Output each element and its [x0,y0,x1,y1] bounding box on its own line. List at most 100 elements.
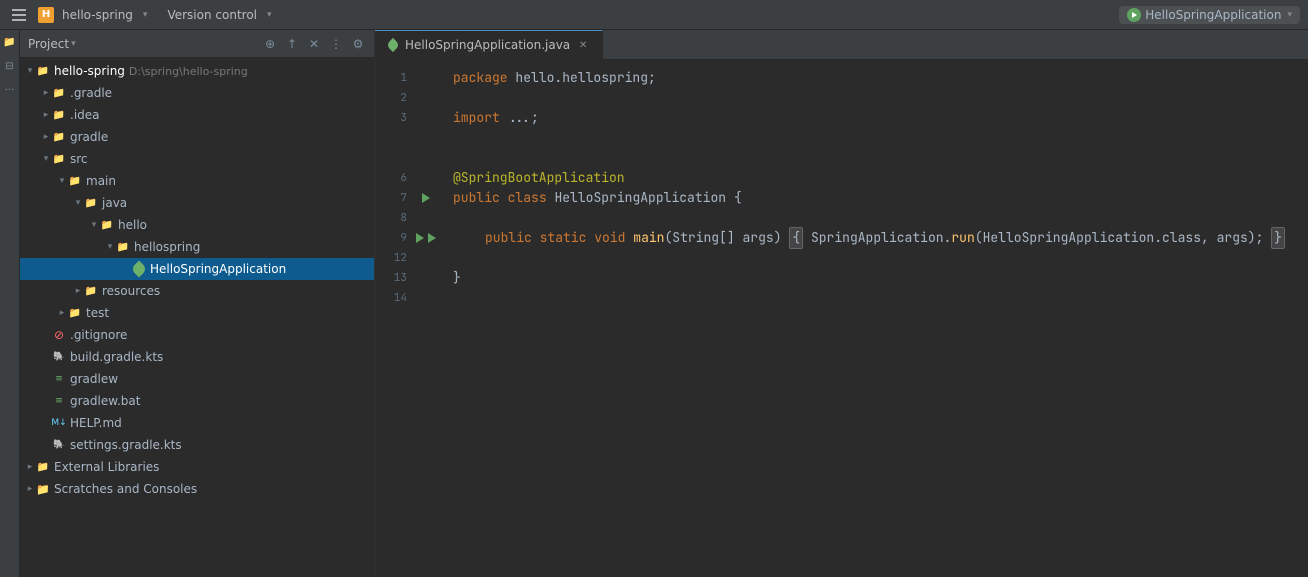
tree-item-java-folder[interactable]: 📁 java [20,192,374,214]
chevron-gradle-hidden [40,87,52,99]
version-control-dropdown-icon[interactable]: ▾ [267,10,272,20]
hamburger-menu-icon[interactable] [8,5,30,25]
tree-label-build-gradle: build.gradle.kts [70,350,163,364]
project-up-icon[interactable]: ↑ [284,36,300,52]
tree-item-hello-spring-app[interactable]: HelloSpringApplication [20,258,374,280]
file-icon-gradlew-bat: ≡ [52,394,66,408]
tree-label-help-md: HELP.md [70,416,122,430]
line-numbers: 1 2 3 6 7 8 9 12 13 14 [375,60,415,577]
tree-item-gradlew[interactable]: ≡ gradlew [20,368,374,390]
tree-item-gradle[interactable]: 📁 gradle [20,126,374,148]
tree-item-scratches[interactable]: 📁 Scratches and Consoles [20,478,374,500]
tree-item-gradlew-bat[interactable]: ≡ gradlew.bat [20,390,374,412]
gutter-8 [415,208,437,228]
tree-item-help-md[interactable]: M↓ HELP.md [20,412,374,434]
code-content[interactable]: package hello.hellospring; import ...; @… [437,60,1308,577]
sidebar-icons: 📁 ⊟ ··· [0,30,20,577]
code-line-9: public static void main(String[] args) {… [453,228,1292,248]
tree-label-gradle: gradle [70,130,108,144]
tree-item-external-libraries[interactable]: 📁 External Libraries [20,456,374,478]
chevron-gradle [40,131,52,143]
tree-item-src[interactable]: 📁 src [20,148,374,170]
gutter-6 [415,168,437,188]
line-num-4 [375,128,415,148]
gutter [415,60,437,577]
gutter-2 [415,88,437,108]
tree-item-hello[interactable]: 📁 hello [20,214,374,236]
folder-icon-hellospring: 📁 [116,240,130,254]
code-line-8 [453,208,1292,228]
code-line-5 [453,148,1292,168]
code-line-4 [453,128,1292,148]
gutter-9-run[interactable] [415,228,437,248]
folder-icon-java: 📁 [84,196,98,210]
tree-item-test[interactable]: 📁 test [20,302,374,324]
tree-label-idea: .idea [70,108,100,122]
tab-hello-spring-app[interactable]: HelloSpringApplication.java ✕ [375,30,603,60]
run-method-icon[interactable] [415,232,425,244]
line-num-13: 13 [375,268,415,288]
tree-label-java-folder: java [102,196,127,210]
run-method-icon-2[interactable] [427,232,437,244]
folder-icon-test: 📁 [68,306,82,320]
main-area: 📁 ⊟ ··· Project ▾ ⊕ ↑ ✕ ⋮ ⚙ 📁 hello-spri… [0,30,1308,577]
tree-label-root-path: D:\spring\hello-spring [129,65,248,78]
run-class-icon[interactable] [420,192,432,204]
tree-item-gitignore[interactable]: ⊘ .gitignore [20,324,374,346]
folder-icon-gradle: 📁 [52,130,66,144]
line-num-14: 14 [375,288,415,308]
chevron-resources [72,285,84,297]
tree-label-root: hello-spring [54,64,125,78]
editor-area: HelloSpringApplication.java ✕ 1 2 3 6 7 … [375,30,1308,577]
project-gear-icon[interactable]: ⚙ [350,36,366,52]
tree-item-settings-gradle[interactable]: 🐘 settings.gradle.kts [20,434,374,456]
chevron-hellospring [104,241,116,253]
folder-icon-idea: 📁 [52,108,66,122]
project-close-icon[interactable]: ✕ [306,36,322,52]
tree-item-hellospring[interactable]: 📁 hellospring [20,236,374,258]
project-header-icons: ⊕ ↑ ✕ ⋮ ⚙ [262,36,366,52]
gutter-4 [415,128,437,148]
gutter-7-run[interactable] [415,188,437,208]
tree-item-idea[interactable]: 📁 .idea [20,104,374,126]
run-config-dropdown-icon: ▾ [1287,10,1292,20]
tree-item-root[interactable]: 📁 hello-spring D:\spring\hello-spring [20,60,374,82]
code-line-12 [453,248,1292,268]
version-control-button[interactable]: Version control [167,8,257,22]
run-config-button[interactable]: HelloSpringApplication ▾ [1119,6,1300,24]
tree-item-build-gradle[interactable]: 🐘 build.gradle.kts [20,346,374,368]
chevron-main [56,175,68,187]
project-add-icon[interactable]: ⊕ [262,36,278,52]
gradle-icon-build: 🐘 [52,350,66,364]
project-settings-icon[interactable]: ⋮ [328,36,344,52]
line-num-12: 12 [375,248,415,268]
code-editor: 1 2 3 6 7 8 9 12 13 14 [375,60,1308,577]
project-name-label[interactable]: hello-spring [62,8,133,22]
line-num-7: 7 [375,188,415,208]
project-header: Project ▾ ⊕ ↑ ✕ ⋮ ⚙ [20,30,374,58]
sidebar-icon-more[interactable]: ··· [2,82,18,98]
tab-close-hello-spring-app[interactable]: ✕ [576,38,590,52]
chevron-src [40,153,52,165]
run-config-label: HelloSpringApplication [1145,8,1281,22]
folder-icon-scratches: 📁 [36,482,50,496]
tree-label-gradlew: gradlew [70,372,118,386]
line-num-2: 2 [375,88,415,108]
sidebar-icon-structure[interactable]: ⊟ [2,58,18,74]
tree-label-hello: hello [118,218,147,232]
title-bar-right: HelloSpringApplication ▾ [1119,6,1300,24]
project-panel-dropdown-icon[interactable]: ▾ [71,39,76,49]
spring-file-icon [132,262,146,276]
code-line-7: public class HelloSpringApplication { [453,188,1292,208]
tree-item-gradle-hidden[interactable]: 📁 .gradle [20,82,374,104]
tree-item-resources[interactable]: 📁 resources [20,280,374,302]
tree-label-src: src [70,152,88,166]
folder-icon-resources: 📁 [84,284,98,298]
tree-label-hello-spring-app: HelloSpringApplication [150,262,286,276]
project-dropdown-icon[interactable]: ▾ [143,10,148,20]
tree-label-gradlew-bat: gradlew.bat [70,394,140,408]
folder-icon-external-libraries: 📁 [36,460,50,474]
sidebar-icon-folder[interactable]: 📁 [2,34,18,50]
chevron-java-folder [72,197,84,209]
tree-item-main[interactable]: 📁 main [20,170,374,192]
